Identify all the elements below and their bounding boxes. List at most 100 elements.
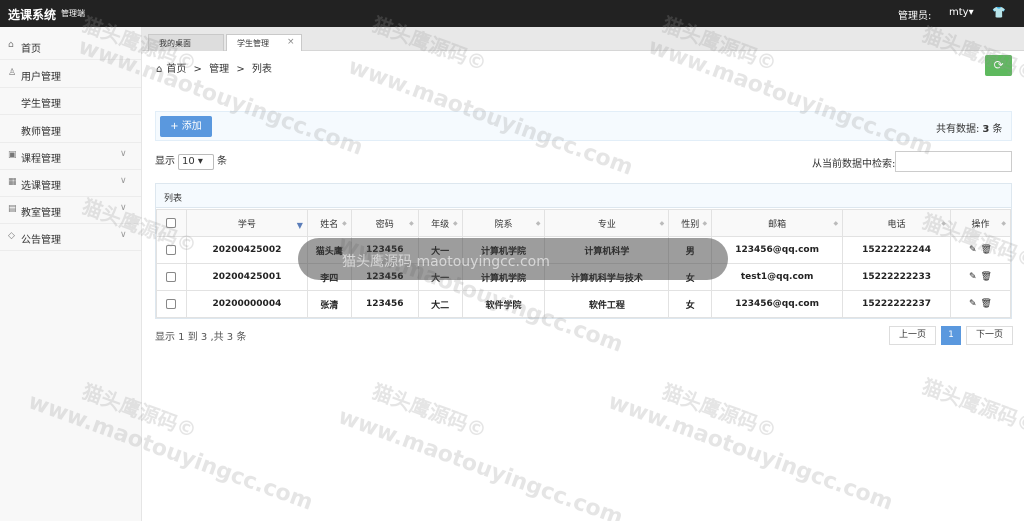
- admin-label: 管理员:: [898, 11, 932, 22]
- breadcrumb-list: 列表: [251, 64, 272, 75]
- shirt-icon[interactable]: 👕: [992, 6, 1006, 19]
- watermark: www.maotouyingcc.com: [604, 389, 897, 516]
- cell-department: 计算机学院: [461, 236, 546, 264]
- top-bar: 选课系统 管理端 管理员: mty▾ 👕: [0, 0, 1024, 27]
- table-info: 显示 1 到 3 ,共 3 条: [155, 332, 247, 343]
- chevron-down-icon: ∨: [120, 176, 127, 186]
- row-select-cell: [156, 290, 187, 318]
- announcement-icon: ◇: [8, 231, 15, 241]
- column-header-phone[interactable]: 电话 ◆: [842, 209, 951, 237]
- breadcrumb-separator: >: [236, 64, 245, 75]
- selection-icon: ▦: [8, 177, 17, 187]
- sort-icon: ◆: [659, 220, 665, 227]
- user-name: mty: [949, 7, 969, 18]
- sidebar-item-home[interactable]: ⌂ 首页: [0, 33, 141, 60]
- cell-major: 计算机科学: [544, 236, 670, 264]
- row-select-cell: [156, 236, 187, 264]
- edit-icon[interactable]: ✎: [969, 272, 977, 282]
- sidebar-item-students[interactable]: 学生管理: [0, 88, 141, 115]
- sidebar-item-courses[interactable]: ▣ 课程管理 ∨: [0, 143, 141, 170]
- column-header-student-id[interactable]: 学号 ▼: [185, 209, 308, 237]
- prev-page-button[interactable]: 上一页: [889, 326, 936, 345]
- classroom-icon: ▤: [8, 204, 17, 214]
- row-select-cell: [156, 263, 187, 291]
- cell-email: 123456@qq.com: [711, 290, 844, 318]
- row-checkbox[interactable]: [166, 244, 177, 255]
- tab-label: 学生管理: [237, 39, 269, 48]
- cell-actions: ✎ 🗑: [949, 236, 1012, 264]
- total-prefix: 共有数据:: [936, 124, 980, 135]
- page-length-select[interactable]: 10 ▾: [178, 154, 214, 170]
- length-suffix: 条: [217, 156, 227, 167]
- home-icon: ⌂: [8, 40, 14, 50]
- column-header-password[interactable]: 密码 ◆: [350, 209, 419, 237]
- watermark: 猫头鹰源码©: [369, 379, 490, 443]
- search-input[interactable]: [895, 151, 1012, 172]
- cell-gender: 男: [668, 236, 713, 264]
- watermark: www.maotouyingcc.com: [644, 34, 937, 161]
- chevron-down-icon: ∨: [120, 203, 127, 213]
- cell-phone: 15222222233: [842, 263, 951, 291]
- chevron-down-icon: ▾: [968, 7, 974, 18]
- table-row: 20200425002 猫头鹰 123456 大一 计算机学院 计算机科学 男 …: [156, 236, 1012, 264]
- search-label: 从当前数据中检索:: [812, 159, 896, 170]
- sidebar-item-announcements[interactable]: ◇ 公告管理 ∨: [0, 224, 141, 251]
- delete-icon[interactable]: 🗑: [981, 245, 992, 255]
- sort-icon: ◆: [409, 220, 414, 227]
- cell-password: 123456: [350, 290, 419, 318]
- cell-phone: 15222222244: [842, 236, 951, 264]
- next-page-button[interactable]: 下一页: [966, 326, 1013, 345]
- table-title: 列表: [156, 184, 1011, 208]
- breadcrumb: ⌂ 首页 > 管理 > 列表: [156, 60, 276, 75]
- cell-name: 猫头鹰: [306, 236, 352, 264]
- table-header-row: 学号 ▼ 姓名 ◆ 密码 ◆ 年级 ◆ 院系 ◆ 专业 ◆ 性别 ◆ 邮箱 ◆ 电话 ◆ 操作 ◆: [156, 209, 1012, 237]
- cell-grade: 大二: [417, 290, 463, 318]
- page-button-1[interactable]: 1: [941, 326, 961, 345]
- refresh-button[interactable]: ⟳: [985, 55, 1012, 76]
- cell-name: 张清: [306, 290, 352, 318]
- edit-icon[interactable]: ✎: [969, 299, 977, 309]
- column-header-email[interactable]: 邮箱 ◆: [711, 209, 844, 237]
- app-title: 选课系统: [8, 8, 57, 22]
- delete-icon[interactable]: 🗑: [981, 272, 992, 282]
- sidebar-item-label: 公告管理: [21, 235, 61, 246]
- edit-icon[interactable]: ✎: [969, 245, 977, 255]
- row-checkbox[interactable]: [166, 298, 177, 309]
- sidebar-item-classrooms[interactable]: ▤ 教室管理 ∨: [0, 197, 141, 224]
- breadcrumb-manage[interactable]: 管理: [209, 64, 229, 75]
- course-icon: ▣: [8, 150, 17, 160]
- column-header-name[interactable]: 姓名 ◆: [306, 209, 352, 237]
- cell-actions: ✎ 🗑: [949, 290, 1012, 318]
- cell-actions: ✎ 🗑: [949, 263, 1012, 291]
- sidebar-item-label: 课程管理: [21, 154, 61, 165]
- cell-password: 123456: [350, 263, 419, 291]
- column-header-grade[interactable]: 年级 ◆: [417, 209, 463, 237]
- tab-bar: 我的桌面 学生管理: [142, 27, 1024, 51]
- breadcrumb-home[interactable]: 首页: [166, 64, 186, 75]
- total-count: 共有数据: 3 条: [936, 120, 1002, 135]
- column-header-department[interactable]: 院系 ◆: [461, 209, 546, 237]
- cell-student-id: 20200000004: [185, 290, 308, 318]
- cell-student-id: 20200425001: [185, 263, 308, 291]
- sidebar-item-users[interactable]: ♙ 用户管理: [0, 61, 141, 88]
- table-row: 20200000004 张清 123456 大二 软件学院 软件工程 女 123…: [156, 290, 1012, 318]
- user-menu[interactable]: mty▾: [949, 7, 974, 18]
- select-all-checkbox[interactable]: [166, 217, 177, 228]
- tab-desktop[interactable]: 我的桌面: [148, 34, 224, 51]
- column-header-major[interactable]: 专业 ◆: [544, 209, 670, 237]
- close-icon[interactable]: ×: [287, 37, 295, 47]
- column-header-gender[interactable]: 性别 ◆: [668, 209, 713, 237]
- sidebar-item-selections[interactable]: ▦ 选课管理 ∨: [0, 170, 141, 197]
- sort-asc-icon: ▼: [296, 221, 303, 230]
- sort-icon: ◆: [342, 220, 347, 227]
- table-panel: 列表 学号 ▼ 姓名 ◆ 密码 ◆ 年级 ◆ 院系 ◆ 专业 ◆ 性别 ◆ 邮箱 ◆ 电话 ◆ 操…: [155, 183, 1012, 319]
- select-all-cell: [156, 209, 187, 237]
- table-row: 20200425001 李四 123456 大一 计算机学院 计算机科学与技术 …: [156, 263, 1012, 291]
- cell-department: 计算机学院: [461, 263, 546, 291]
- cell-department: 软件学院: [461, 290, 546, 318]
- sidebar-item-teachers[interactable]: 教师管理: [0, 116, 141, 143]
- row-checkbox[interactable]: [166, 271, 177, 282]
- add-button[interactable]: + 添加: [160, 116, 212, 137]
- sort-icon: ◆: [833, 220, 839, 227]
- delete-icon[interactable]: 🗑: [981, 299, 992, 309]
